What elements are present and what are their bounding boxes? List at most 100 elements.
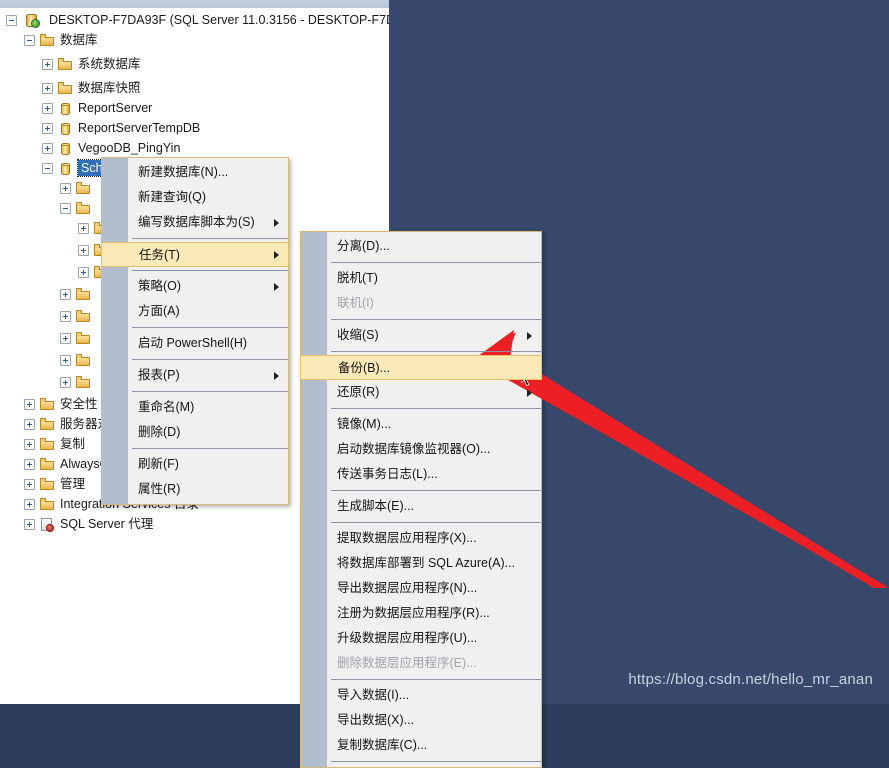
expander-plus-icon[interactable] [24,419,35,431]
expander-minus-icon[interactable] [60,203,71,215]
database-icon [58,141,73,156]
menu-item-label: 脱机(T) [337,271,378,285]
tree-node[interactable]: 系统数据库 [42,54,141,75]
menu-item[interactable]: 注册为数据层应用程序(R)... [301,601,541,626]
tree-node[interactable] [60,178,96,199]
tree-node-label: 复制 [60,437,86,452]
menu-item[interactable]: 升级数据层应用程序(U)... [301,626,541,651]
expander-minus-icon[interactable] [42,163,53,175]
menu-item[interactable]: 新建数据库(N)... [102,160,288,185]
expander-plus-icon[interactable] [24,479,35,491]
menu-item-label: 任务(T) [139,248,180,262]
menu-separator [132,448,288,449]
expander-plus-icon[interactable] [42,83,53,95]
expander-plus-icon[interactable] [24,519,35,531]
expander-plus-icon[interactable] [78,245,89,257]
menu-item: 联机(I) [301,291,541,316]
menu-item[interactable]: 还原(R) [301,380,541,405]
expander-plus-icon[interactable] [24,439,35,451]
submenu-arrow-icon [527,331,532,340]
menu-item[interactable]: 刷新(F) [102,452,288,477]
menu-item[interactable]: 生成脚本(E)... [301,494,541,519]
menu-item[interactable]: 备份(B)... [300,355,542,380]
expander-plus-icon[interactable] [24,499,35,511]
menu-item[interactable]: 传送事务日志(L)... [301,462,541,487]
expander-minus-icon[interactable] [24,35,35,47]
tree-node[interactable] [60,306,96,327]
tree-node[interactable] [60,328,96,349]
expander-plus-icon[interactable] [42,143,53,155]
expander-plus-icon[interactable] [60,311,71,323]
menu-item[interactable]: 复制数据库(C)... [301,733,541,758]
submenu-arrow-icon [274,218,279,227]
menu-item[interactable]: 策略(O) [102,274,288,299]
menu-separator [331,262,541,263]
tree-node[interactable] [60,372,96,393]
tree-node[interactable] [60,198,96,219]
tree-node-label: 系统数据库 [78,57,141,72]
menu-item[interactable]: 启动数据库镜像监视器(O)... [301,437,541,462]
submenu-arrow-icon [527,388,532,397]
folder-icon [40,457,55,472]
tree-node[interactable] [60,284,96,305]
menu-item-label: 报表(P) [138,368,180,382]
expander-icon[interactable] [6,15,17,27]
tree-node[interactable] [60,350,96,371]
expander-plus-icon[interactable] [60,355,71,367]
menu-item[interactable]: 将数据库部署到 SQL Azure(A)... [301,551,541,576]
expander-plus-icon[interactable] [78,267,89,279]
menu-item[interactable]: 分离(D)... [301,234,541,259]
tree-node[interactable]: 复制 [24,434,85,455]
menu-item[interactable]: 属性(R) [102,477,288,502]
menu-item[interactable]: 脱机(T) [301,266,541,291]
menu-item-label: 分离(D)... [337,239,390,253]
tree-node[interactable]: 管理 [24,474,85,495]
expander-plus-icon[interactable] [60,333,71,345]
menu-item[interactable]: 报表(P) [102,363,288,388]
tree-node-root[interactable]: DESKTOP-F7DA93F (SQL Server 11.0.3156 - … [6,10,389,31]
watermark-text: https://blog.csdn.net/hello_mr_anan [628,671,873,688]
expander-plus-icon[interactable] [78,223,89,235]
menu-item[interactable]: 编写数据库脚本为(S) [102,210,288,235]
menu-item[interactable]: 删除(D) [102,420,288,445]
menu-separator [132,391,288,392]
tree-node[interactable]: ReportServer [42,98,152,119]
context-menu-database[interactable]: 新建数据库(N)... 新建查询(Q) 编写数据库脚本为(S) 任务(T) 策略(O) 方… [101,157,289,505]
tree-node[interactable]: 安全性 [24,394,98,415]
tree-node[interactable]: 数据库快照 [42,78,141,99]
expander-plus-icon[interactable] [24,399,35,411]
menu-item-label: 还原(R) [337,385,380,399]
menu-item[interactable]: 启动 PowerShell(H) [102,331,288,356]
submenu-tasks[interactable]: 分离(D)... 脱机(T) 联机(I) 收缩(S) 备份(B)... 还原(R) 镜像(M… [300,231,542,768]
expander-plus-icon[interactable] [60,183,71,195]
menu-item-label: 联机(I) [337,296,374,310]
menu-item[interactable]: 导入数据(I)... [301,683,541,708]
expander-plus-icon[interactable] [60,377,71,389]
menu-item-label: 升级数据层应用程序(U)... [337,631,478,645]
tree-node[interactable]: VegooDB_PingYin [42,138,180,159]
database-icon [58,121,73,136]
menu-item-label: 导出数据(X)... [337,713,415,727]
menu-item[interactable]: 镜像(M)... [301,412,541,437]
menu-separator [331,522,541,523]
menu-item[interactable]: 任务(T) [101,242,289,267]
expander-plus-icon[interactable] [42,59,53,71]
expander-plus-icon[interactable] [42,123,53,135]
menu-item-label: 刷新(F) [138,457,179,471]
tree-node-label: VegooDB_PingYin [78,141,181,156]
menu-item[interactable]: 收缩(S) [301,323,541,348]
tree-node[interactable]: 数据库 [24,30,98,51]
folder-icon [76,287,91,302]
expander-plus-icon[interactable] [24,459,35,471]
tree-node[interactable]: ReportServerTempDB [42,118,200,139]
menu-item[interactable]: 提取数据层应用程序(X)... [301,526,541,551]
menu-separator [331,490,541,491]
expander-plus-icon[interactable] [60,289,71,301]
expander-plus-icon[interactable] [42,103,53,115]
menu-item[interactable]: 导出数据层应用程序(N)... [301,576,541,601]
menu-item[interactable]: 新建查询(Q) [102,185,288,210]
menu-item[interactable]: 重命名(M) [102,395,288,420]
tree-node[interactable]: SQL Server 代理 [24,514,153,535]
menu-item[interactable]: 导出数据(X)... [301,708,541,733]
menu-item[interactable]: 方面(A) [102,299,288,324]
